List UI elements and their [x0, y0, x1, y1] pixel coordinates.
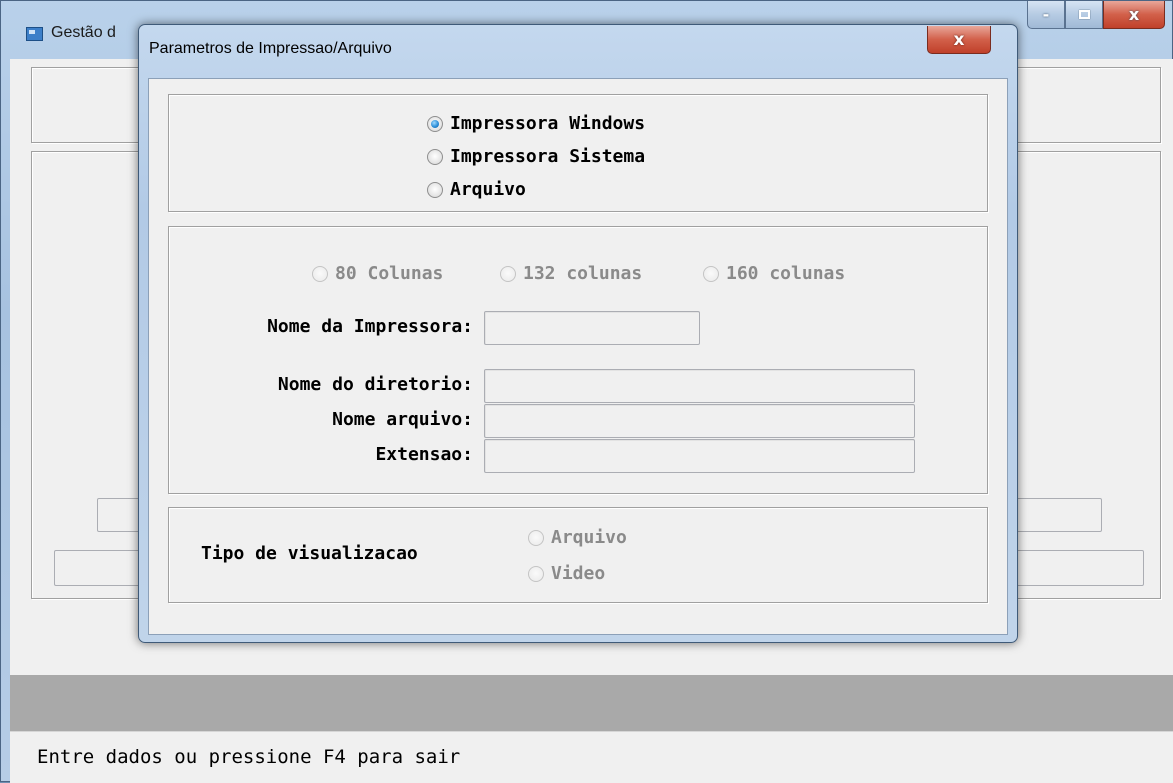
- dialog-title: Parametros de Impressao/Arquivo: [149, 40, 392, 57]
- minimize-icon: -: [1042, 5, 1050, 24]
- radio-icon[interactable]: [427, 148, 443, 165]
- radio-label: Arquivo: [450, 179, 526, 200]
- radio-label: 80 Colunas: [335, 263, 444, 284]
- status-message: Entre dados ou pressione F4 para sair: [37, 746, 461, 768]
- dialog-client-area: Impressora Windows Impressora Sistema Ar…: [148, 78, 1008, 635]
- radio-label: 160 colunas: [726, 263, 846, 284]
- radio-label: Impressora Windows: [450, 113, 646, 134]
- view-type-label: Tipo de visualizacao: [201, 543, 418, 564]
- view-type-group: Tipo de visualizacao Arquivo Video: [168, 507, 988, 603]
- radio-160-colunas[interactable]: 160 colunas: [703, 263, 845, 284]
- gray-band: [10, 675, 1173, 731]
- radio-label: 132 colunas: [523, 263, 643, 284]
- radio-icon[interactable]: [703, 265, 719, 282]
- maximize-button[interactable]: [1065, 1, 1103, 29]
- radio-icon[interactable]: [528, 529, 544, 546]
- minimize-button[interactable]: -: [1027, 1, 1065, 29]
- radio-80-colunas[interactable]: 80 Colunas: [312, 263, 443, 284]
- radio-arquivo[interactable]: Arquivo: [427, 179, 526, 200]
- file-name-label: Nome arquivo:: [332, 409, 473, 430]
- destination-group: Impressora Windows Impressora Sistema Ar…: [168, 94, 988, 212]
- radio-label: Impressora Sistema: [450, 146, 646, 167]
- radio-icon[interactable]: [312, 265, 328, 282]
- radio-label: Arquivo: [551, 527, 627, 548]
- radio-icon[interactable]: [528, 565, 544, 582]
- directory-input[interactable]: [484, 369, 915, 403]
- radio-selected-icon[interactable]: [427, 115, 443, 132]
- radio-view-arquivo[interactable]: Arquivo: [528, 527, 627, 548]
- status-bar: Entre dados ou pressione F4 para sair: [10, 731, 1173, 783]
- extension-input[interactable]: [484, 439, 915, 473]
- printer-name-input[interactable]: [484, 311, 700, 345]
- settings-group: 80 Colunas 132 colunas 160 colunas Nome …: [168, 226, 988, 494]
- extension-label: Extensao:: [375, 444, 473, 465]
- close-icon: x: [1128, 5, 1140, 24]
- close-icon: x: [953, 29, 965, 50]
- dialog-close-button[interactable]: x: [927, 26, 991, 54]
- directory-label: Nome do diretorio:: [277, 374, 473, 395]
- file-name-input[interactable]: [484, 404, 915, 438]
- radio-label: Video: [551, 563, 606, 584]
- radio-impressora-windows[interactable]: Impressora Windows: [427, 113, 645, 134]
- radio-view-video[interactable]: Video: [528, 563, 605, 584]
- print-parameters-dialog: Parametros de Impressao/Arquivo x Impres…: [138, 24, 1018, 643]
- radio-icon[interactable]: [500, 265, 516, 282]
- app-icon: [26, 27, 43, 41]
- printer-name-label: Nome da Impressora:: [267, 316, 473, 337]
- maximize-icon: [1078, 10, 1090, 19]
- radio-icon[interactable]: [427, 181, 443, 198]
- radio-impressora-sistema[interactable]: Impressora Sistema: [427, 146, 645, 167]
- main-window-title: Gestão d: [51, 24, 116, 41]
- caption-buttons: - x: [1027, 1, 1165, 29]
- radio-132-colunas[interactable]: 132 colunas: [500, 263, 642, 284]
- close-button[interactable]: x: [1103, 1, 1165, 29]
